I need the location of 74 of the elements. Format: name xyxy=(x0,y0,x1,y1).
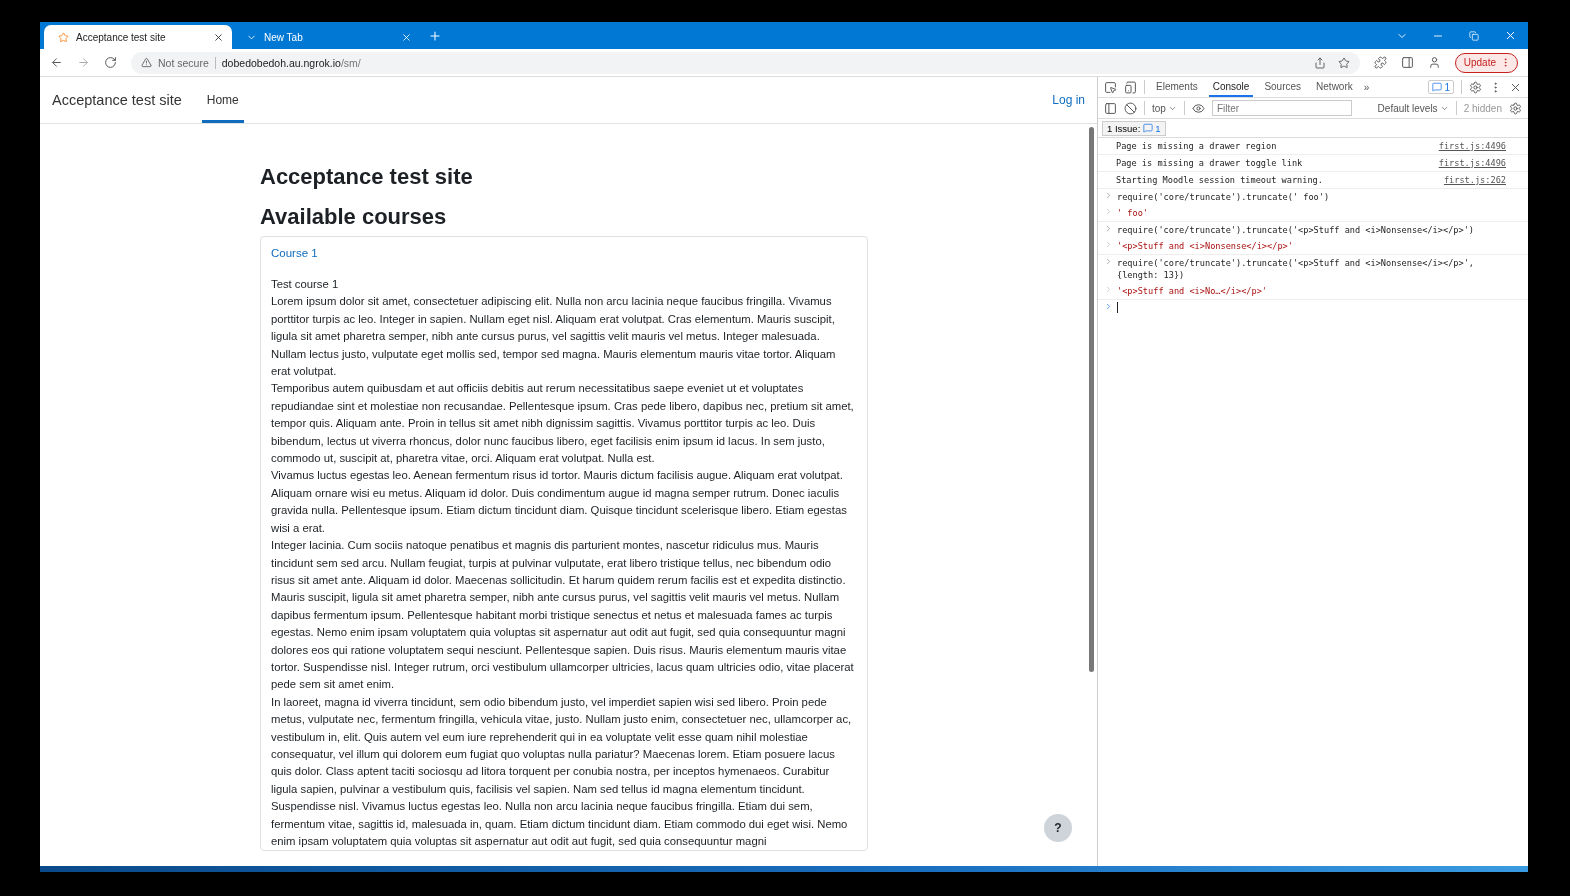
close-icon[interactable] xyxy=(213,31,224,43)
console-command: require('core/truncate').truncate(' foo') xyxy=(1117,191,1331,203)
warning-icon xyxy=(141,57,152,68)
prompt-icon xyxy=(1104,224,1113,233)
course-link[interactable]: Course 1 xyxy=(271,247,857,259)
source-link[interactable]: first.js:4496 xyxy=(1438,140,1506,152)
context-select[interactable]: top xyxy=(1152,102,1177,114)
tab-title: Acceptance test site xyxy=(76,31,167,43)
tab-title: New Tab xyxy=(264,31,304,43)
summary-paragraph: Lorem ipsum dolor sit amet, consectetuer adipiscing elit. Nulla non arcu lacinia neque faucibus fringilla. Vivamus porttitor turpis ac leo. Integer in sapien. Nullam eget nisl. Aliquam erat volutpat. Cras elementum. Mauris suscipit, ligula sit amet pharetra semper, nibh ante cursus purus, vel sagittis velit mauris vel metus. Integer malesuada. Nullam lectus justo, vulputate eget mollis sed, tempor sed magna. Mauris elementum mauris vitae tortor. Aliquam erat volutpat. xyxy=(271,294,837,380)
result-icon xyxy=(1104,240,1113,249)
levels-select[interactable]: Default levels xyxy=(1377,102,1449,114)
devtools-tab[interactable]: Network xyxy=(1312,77,1357,97)
nav-link[interactable]: Home xyxy=(201,77,244,123)
summary-paragraph: Test course 1 xyxy=(271,277,340,292)
message-icon xyxy=(1432,82,1443,92)
share-icon[interactable] xyxy=(1313,56,1326,69)
console-message: Starting Moodle session timeout warning. xyxy=(1116,174,1324,186)
more-tabs[interactable]: » xyxy=(1363,81,1370,93)
console-result: '<p>Stuff and <i>No…</i></p>' xyxy=(1117,285,1269,297)
site-name: Acceptance test site xyxy=(52,92,182,108)
browser-tab[interactable]: Acceptance test site xyxy=(44,25,232,49)
text-cursor xyxy=(1117,302,1118,313)
console-command: require('core/truncate').truncate('<p>Stuff and <i>Nonsense</i></p>') xyxy=(1117,224,1475,236)
result-icon xyxy=(1104,207,1113,216)
clear-icon[interactable] xyxy=(1124,101,1137,115)
summary-paragraph: In laoreet, magna id viverra tincidunt, sem odio bibendum justo, vel imperdiet sapien wisi sed libero. Proin pede metus, vulputate nec, fermentum fringilla, vehicula vitae, justo. Nullam justo enim, consectetuer nec, ullamcorper ac, vestibulum in, elit. Quis autem vel eum iure reprehenderit qui in ea voluptate velit esse quam nihil molestiae consequatur, vel illum qui dolorem eum fugiat quo voluptas nulla pariatur? Maecenas lorem. Etiam posuere lacus quis dolor. Class aptent taciti sociosqu ad litora torquent per conubia nostra, per inceptos hymenaeos. Curabitur ligula sapien, pulvinar a vestibulum quis, facilisis vel sapien. Nam sed tellus id magna elementum tincidunt. Suspendisse nisl. Vivamus luctus egestas leo. Nulla non arcu lacinia neque faucibus fringilla. Etiam dui sem, fermentum vitae, sagittis id, malesuada in, quam. Etiam dictum tincidunt diam. Etiam commodo dui eget wisi. Nemo enim ipsam voluptatem quia voluptas sit aspernatur aut odit aut fugit, sed quia consequuntur magni xyxy=(271,694,853,849)
update-button[interactable]: Update xyxy=(1454,52,1518,73)
browser-tab[interactable]: New Tab xyxy=(232,25,420,49)
console-message: Page is missing a drawer region xyxy=(1116,140,1278,152)
hidden-count: 2 hidden xyxy=(1463,102,1502,114)
puzzle-icon[interactable] xyxy=(1373,56,1387,69)
summary-paragraph: Temporibus autem quibusdam et aut officiis debitis aut rerum necessitatibus saepe eveniet ut et voluptates repudiandae sint et molestiae non recusandae. Pellentesque ipsum. Cras pede libero, dapibus nec, pretium sit amet, tempor quis. Aliquam ante. Proin in tellus sit amet nibh dignissim sagittis. Vivamus porttitor turpis ac leo. Duis bibendum, lectus ut viverra rhoncus, dolor nunc faucibus libero, eget facilisis enim ipsum id lacus. In sem justo, commodo ut, suscipit at, pharetra vitae, orci. Aliquam erat volutpat. Nulla est. xyxy=(271,381,855,467)
summary-paragraph: Vivamus luctus egestas leo. Aenean fermentum risus id tortor. Mauris dictum facilisis augue. Aliquam erat volutpat. Aliquam ornare wisi eu metus. Aliquam id dolor. Duis condimentum augue id magna semper rutrum. Donec iaculis gravida nulla. Pellentesque ipsum. Etiam dictum tincidunt diam. Quisque tincidunt scelerisque libero. Etiam egestas wisi a erat. xyxy=(271,468,848,536)
page-heading: Acceptance test site xyxy=(260,164,474,190)
url-host: dobedobedoh.au.ngrok.io/sm/ xyxy=(221,56,361,69)
sidebar-icon[interactable] xyxy=(1104,101,1117,115)
device-icon[interactable] xyxy=(1124,80,1137,94)
eye-icon[interactable] xyxy=(1191,101,1205,115)
source-link[interactable]: first.js:262 xyxy=(1443,174,1506,186)
new-tab-icon[interactable] xyxy=(428,28,442,43)
star-icon[interactable] xyxy=(1337,56,1350,69)
filter-field[interactable]: Filter xyxy=(1211,100,1352,116)
inspect-icon[interactable] xyxy=(1104,80,1117,94)
reload-icon[interactable] xyxy=(104,56,117,69)
message-icon xyxy=(1143,123,1154,133)
summary-paragraph: Integer lacinia. Cum sociis natoque penatibus et magnis dis parturient montes, nascetur ridiculus mus. Mauris tincidunt sem sed arcu. Nullam feugiat, turpis at pulvinar vulputate, erat libero tristique tellus, nec bibendum odio risus sit amet ante. Aliquam id dolor. Maecenas sollicitudin. Et harum quidem rerum facilis est et expedita distinctio. Mauris suscipit, ligula sit amet pharetra semper, nibh ante cursus purus, vel sagittis velit mauris vel metus. Nullam dapibus fermentum ipsum. Pellentesque habitant morbi tristique senectus et netus et malesuada fames ac turpis egestas. Nemo enim ipsam voluptatem quia voluptas sit aspernatur aut odit aut fugit, sed quia consequuntur magni dolores eos qui ratione voluptatem sequi nesciunt. Pellentesque sapien. Duis risus. Mauris elementum mauris vitae tortor. Suspendisse nisl. Integer rutrum, orci vestibulum ullamcorper ultricies, lacus quam ultricies odio, vitae placerat pede sem sit amet enim. xyxy=(271,538,855,693)
prompt-icon xyxy=(1104,257,1113,266)
devtools-tab[interactable]: Console xyxy=(1208,77,1254,97)
devtools-tab[interactable]: Sources xyxy=(1260,77,1306,97)
profile-icon[interactable] xyxy=(1427,56,1441,69)
console-command: require('core/truncate').truncate('<p>Stuff and <i>Nonsense</i></p>', {length: 13}) xyxy=(1117,257,1475,281)
console-result: ' foo' xyxy=(1117,207,1150,219)
side-panel-icon[interactable] xyxy=(1400,56,1414,69)
security-label: Not secure xyxy=(158,56,216,69)
restore-icon[interactable] xyxy=(1469,30,1479,41)
prompt-icon xyxy=(1104,302,1113,311)
console-result: '<p>Stuff and <i>Nonsense</i></p>' xyxy=(1117,240,1294,252)
help-button[interactable]: ? xyxy=(1044,814,1072,842)
scrollbar-thumb[interactable] xyxy=(1089,127,1094,672)
prompt-icon xyxy=(1104,191,1113,200)
console-message: Page is missing a drawer toggle link xyxy=(1116,157,1304,169)
address-bar[interactable]: Not secure dobedobedoh.au.ngrok.io/sm/ xyxy=(131,51,1360,74)
login-link[interactable]: Log in xyxy=(1052,93,1085,107)
devtools-tab[interactable]: Elements xyxy=(1152,77,1202,97)
source-link[interactable]: first.js:4496 xyxy=(1438,157,1506,169)
section-heading: Available courses xyxy=(260,204,448,230)
forward-icon[interactable] xyxy=(77,56,90,69)
issues-button[interactable]: 1 Issue: 1 xyxy=(1102,120,1166,136)
settings-icon[interactable] xyxy=(1509,101,1522,115)
result-icon xyxy=(1104,285,1113,294)
settings-icon[interactable] xyxy=(1469,80,1482,94)
issues-badge[interactable]: 1 xyxy=(1428,80,1454,94)
back-icon[interactable] xyxy=(50,56,63,69)
